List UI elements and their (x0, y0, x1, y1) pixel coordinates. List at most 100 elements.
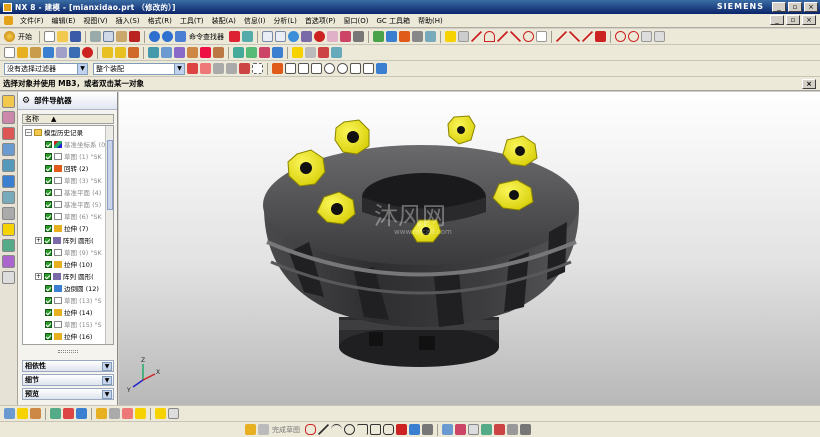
zoom-icon[interactable] (275, 31, 286, 42)
sketch-name-icon[interactable] (258, 424, 269, 435)
gear-icon[interactable]: ⚙ (22, 96, 30, 106)
menu-analysis[interactable]: 分析(L) (269, 16, 300, 26)
tree-scrollbar[interactable] (105, 126, 113, 344)
snap-point-icon[interactable] (350, 63, 361, 74)
tree-node[interactable]: 拉伸 (16) (23, 330, 113, 342)
point-icon[interactable] (536, 31, 547, 42)
fit-view-icon[interactable] (262, 31, 273, 42)
sketch-trim-icon[interactable] (396, 424, 407, 435)
tree-node[interactable]: + 阵列 圆形( (23, 270, 113, 282)
menu-preferences[interactable]: 首选项(P) (301, 16, 340, 26)
delete-icon[interactable] (129, 31, 140, 42)
tree-node[interactable]: 草图 (9) "SK (23, 246, 113, 258)
sketch-task-icon[interactable] (292, 47, 303, 58)
doc-close-button[interactable]: × (802, 15, 816, 25)
milling-cutter-model[interactable]: 沐风网 www.mfcad.com Z X Y (119, 92, 820, 405)
pattern-icon[interactable] (174, 47, 185, 58)
measure-angle-icon[interactable] (628, 31, 639, 42)
snap-existing-icon[interactable] (376, 63, 387, 74)
boss-icon[interactable] (425, 31, 436, 42)
menu-assemblies[interactable]: 装配(A) (208, 16, 240, 26)
mirror-feature-icon[interactable] (187, 47, 198, 58)
hd3d-tools-tab-icon[interactable] (2, 159, 15, 172)
reuse-library-tab-icon[interactable] (2, 143, 15, 156)
assembly-navigator-tab-icon[interactable] (2, 111, 15, 124)
snap-line-icon[interactable] (298, 63, 309, 74)
visibility-checkbox[interactable] (45, 296, 52, 304)
dimension-icon[interactable] (468, 424, 479, 435)
select-component-icon[interactable] (135, 408, 146, 419)
measure-icon[interactable] (155, 408, 166, 419)
menu-help[interactable]: 帮助(H) (414, 16, 447, 26)
shell-icon[interactable] (148, 47, 159, 58)
knowledge-fusion-tab-icon[interactable] (2, 271, 15, 284)
tree-node[interactable]: 拉伸 (10) (23, 258, 113, 270)
graphics-window[interactable]: 沐风网 www.mfcad.com Z X Y (119, 92, 820, 405)
tree-node[interactable]: 草图 (1) "SK (23, 150, 113, 162)
visibility-checkbox[interactable] (45, 188, 52, 196)
snap-midpoint-icon[interactable] (285, 63, 296, 74)
model-history-tree[interactable]: − 模型历史记录 基准坐标系 (0) 草图 (1) "SK 回转 (2) 草图 (3) "… (22, 125, 114, 345)
thread-icon[interactable] (200, 47, 211, 58)
tree-node[interactable]: 草图 (3) "SK (23, 174, 113, 186)
tree-node[interactable]: 拉伸 (7) (23, 222, 113, 234)
menu-window[interactable]: 窗口(O) (340, 16, 373, 26)
visibility-checkbox[interactable] (45, 140, 52, 148)
sphere-icon[interactable] (82, 47, 93, 58)
menu-information[interactable]: 信息(I) (240, 16, 270, 26)
visibility-checkbox[interactable] (45, 332, 52, 340)
visibility-checkbox[interactable] (45, 308, 52, 316)
draft-icon[interactable] (161, 47, 172, 58)
visibility-checkbox[interactable] (44, 272, 51, 280)
command-finder-button[interactable]: 命令查找器 (189, 32, 224, 42)
general-select-icon[interactable] (200, 63, 211, 74)
menu-format[interactable]: 格式(R) (144, 16, 176, 26)
command-finder-icon[interactable] (175, 31, 186, 42)
undo-icon[interactable] (149, 31, 160, 42)
reattach-icon[interactable] (520, 424, 531, 435)
tree-node[interactable]: 基准平面 (4) (23, 186, 113, 198)
measure-distance-icon[interactable] (615, 31, 626, 42)
offset-curve-icon[interactable] (556, 31, 567, 42)
curve-icon[interactable] (510, 31, 521, 42)
wcs-triad[interactable]: Z X Y (126, 357, 160, 394)
project-curve-icon[interactable] (569, 31, 580, 42)
snap-endpoint-icon[interactable] (272, 63, 283, 74)
snap-quadrant-icon[interactable] (337, 63, 348, 74)
sketch-rectangle-icon[interactable] (370, 424, 381, 435)
synchronous-icon[interactable] (331, 47, 342, 58)
preview-panel[interactable]: 预览 ▼ (22, 388, 114, 400)
sketch-line-icon[interactable] (318, 424, 329, 435)
expand-icon[interactable]: + (35, 236, 42, 244)
move-icon[interactable] (63, 408, 74, 419)
chamfer-icon[interactable] (458, 31, 469, 42)
doc-restore-button[interactable]: ▫ (786, 15, 800, 25)
snap-center-icon[interactable] (324, 63, 335, 74)
tree-node[interactable]: − 模型历史记录 (23, 126, 113, 138)
info-icon[interactable] (168, 408, 179, 419)
constraint-navigator-tab-icon[interactable] (2, 127, 15, 140)
deselect-icon[interactable] (226, 63, 237, 74)
offset-face-icon[interactable] (272, 47, 283, 58)
menu-file[interactable]: 文件(F) (16, 16, 48, 26)
tree-node[interactable]: 草图 (6) "SK (23, 210, 113, 222)
part-navigator-tab-icon[interactable] (2, 95, 15, 108)
history-tab-icon[interactable] (2, 191, 15, 204)
cutting-insert[interactable] (447, 115, 476, 145)
start-icon[interactable] (4, 31, 15, 42)
restore-button[interactable]: ▫ (788, 2, 802, 12)
sketch-circle-icon[interactable] (344, 424, 355, 435)
status-close-button[interactable]: × (802, 79, 816, 89)
visibility-checkbox[interactable] (45, 152, 52, 160)
sketch-corner-icon[interactable] (422, 424, 433, 435)
tree-node[interactable]: + 阵列 圆形( (23, 234, 113, 246)
tree-node[interactable]: 草图 (15) "S (23, 318, 113, 330)
sketch-fillet-icon[interactable] (357, 424, 368, 435)
system-scenes-tab-icon[interactable] (2, 255, 15, 268)
panel-splitter[interactable] (58, 350, 78, 353)
new-part-icon[interactable] (4, 47, 15, 58)
trim-body-icon[interactable] (246, 47, 257, 58)
hole-icon[interactable] (412, 31, 423, 42)
nx-menu-icon[interactable] (4, 16, 13, 25)
snap-control-icon[interactable] (311, 63, 322, 74)
